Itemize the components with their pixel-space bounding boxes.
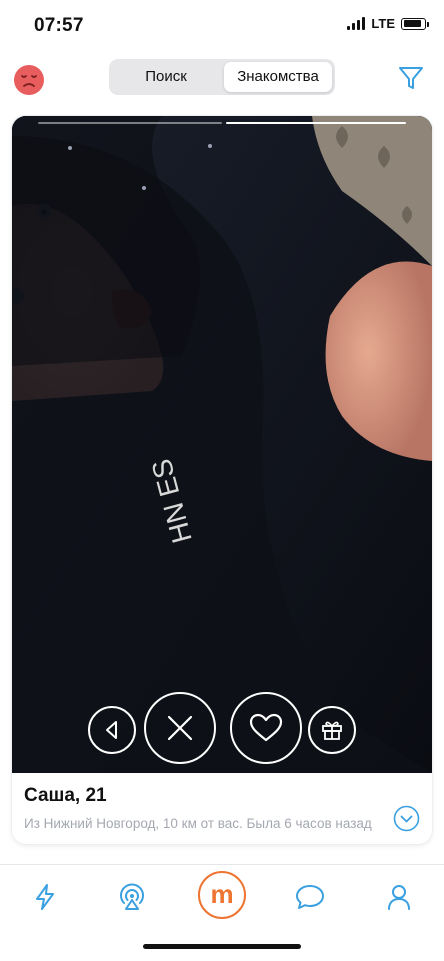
battery-icon <box>401 17 429 30</box>
home-indicator[interactable] <box>143 944 301 949</box>
profile-subtitle: Из Нижний Новгород, 10 км от вас. Была 6… <box>24 816 372 831</box>
tab-nearby[interactable] <box>104 875 160 919</box>
tab-search[interactable]: Поиск <box>112 62 220 92</box>
status-time: 07:57 <box>34 15 84 36</box>
tab-hot[interactable] <box>17 875 73 919</box>
back-button[interactable] <box>88 706 136 754</box>
heart-icon <box>249 713 283 742</box>
tab-dating[interactable]: Знакомства <box>224 62 332 92</box>
mode-switch: Поиск Знакомства <box>109 59 335 95</box>
chat-bubble-icon <box>296 885 324 909</box>
top-header: Поиск Знакомства <box>0 56 444 100</box>
photo-progress-1 <box>38 122 222 124</box>
photo-progress-2 <box>226 122 406 124</box>
profile-info[interactable]: Саша, 21 Из Нижний Новгород, 10 км от ва… <box>12 773 432 844</box>
profile-photo-image: HN ES <box>12 116 432 773</box>
signal-icon <box>347 17 366 30</box>
tab-profile[interactable] <box>371 875 427 919</box>
chevron-down-icon[interactable] <box>393 805 420 832</box>
profile-icon <box>388 885 410 910</box>
tab-mamba[interactable]: m <box>198 871 246 919</box>
sad-face-icon[interactable] <box>13 64 45 96</box>
profile-name-age: Саша, 21 <box>24 785 107 806</box>
like-button[interactable] <box>230 692 302 764</box>
gift-button[interactable] <box>308 706 356 754</box>
radar-icon <box>120 883 144 910</box>
lightning-icon <box>36 884 54 910</box>
status-indicators: LTE <box>347 16 429 31</box>
profile-photo[interactable]: HN ES <box>12 116 432 773</box>
close-icon <box>167 715 193 741</box>
dislike-button[interactable] <box>144 692 216 764</box>
tab-messages[interactable] <box>282 875 338 919</box>
profile-card[interactable]: HN ES Саша, 21 Из Нижний Новгород, 10 км… <box>12 116 432 844</box>
network-type: LTE <box>371 16 395 31</box>
filter-icon[interactable] <box>398 65 424 91</box>
mamba-logo-icon: m <box>210 879 234 909</box>
back-icon <box>106 721 117 739</box>
gift-icon <box>322 721 342 740</box>
status-bar: 07:57 LTE <box>0 0 444 50</box>
